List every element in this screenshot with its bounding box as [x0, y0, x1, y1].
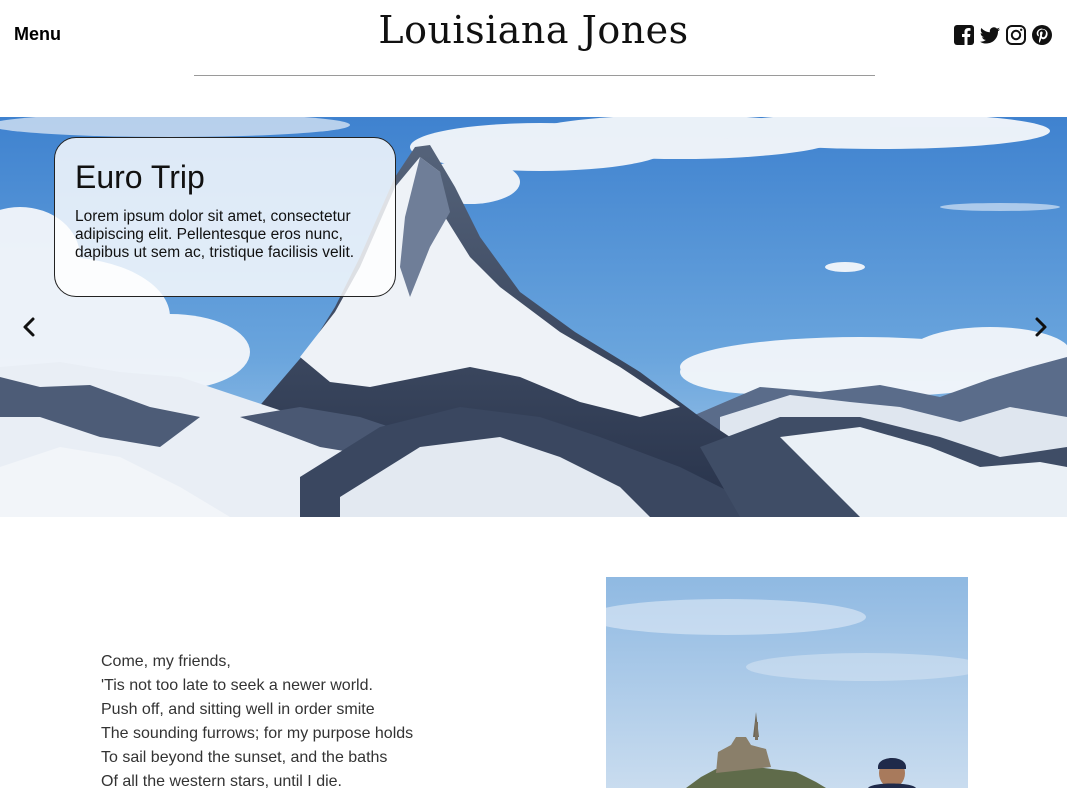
facebook-icon[interactable]	[953, 24, 975, 46]
slide-title: Euro Trip	[75, 159, 205, 195]
site-title[interactable]: Louisiana Jones	[0, 8, 1067, 52]
poem-line: The sounding furrows; for my purpose hol…	[101, 725, 414, 742]
slide-caption: Euro Trip Lorem ipsum dolor sit amet, co…	[54, 137, 396, 297]
poem-text: Come, my friends, 'Tis not too late to s…	[101, 650, 413, 788]
header-divider	[194, 75, 875, 76]
social-links	[953, 24, 1053, 46]
poem-line: To sail beyond the sunset, and the baths	[101, 749, 388, 766]
site-header: Menu Louisiana Jones	[0, 0, 1067, 117]
chevron-left-icon[interactable]	[18, 315, 42, 339]
poem-line: Push off, and sitting well in order smit…	[101, 701, 375, 718]
pinterest-icon[interactable]	[1031, 24, 1053, 46]
instagram-icon[interactable]	[1005, 24, 1027, 46]
hero-carousel: Euro Trip Lorem ipsum dolor sit amet, co…	[0, 117, 1067, 517]
chevron-right-icon[interactable]	[1028, 315, 1052, 339]
slide-description: Lorem ipsum dolor sit amet, consectetur …	[75, 208, 355, 261]
travel-photo	[606, 577, 968, 788]
poem-line: Of all the western stars, until I die.	[101, 773, 342, 788]
poem-line: Come, my friends,	[101, 653, 231, 670]
twitter-icon[interactable]	[979, 24, 1001, 46]
poem-line: 'Tis not too late to seek a newer world.	[101, 677, 373, 694]
mont-saint-michel-image	[606, 577, 968, 788]
